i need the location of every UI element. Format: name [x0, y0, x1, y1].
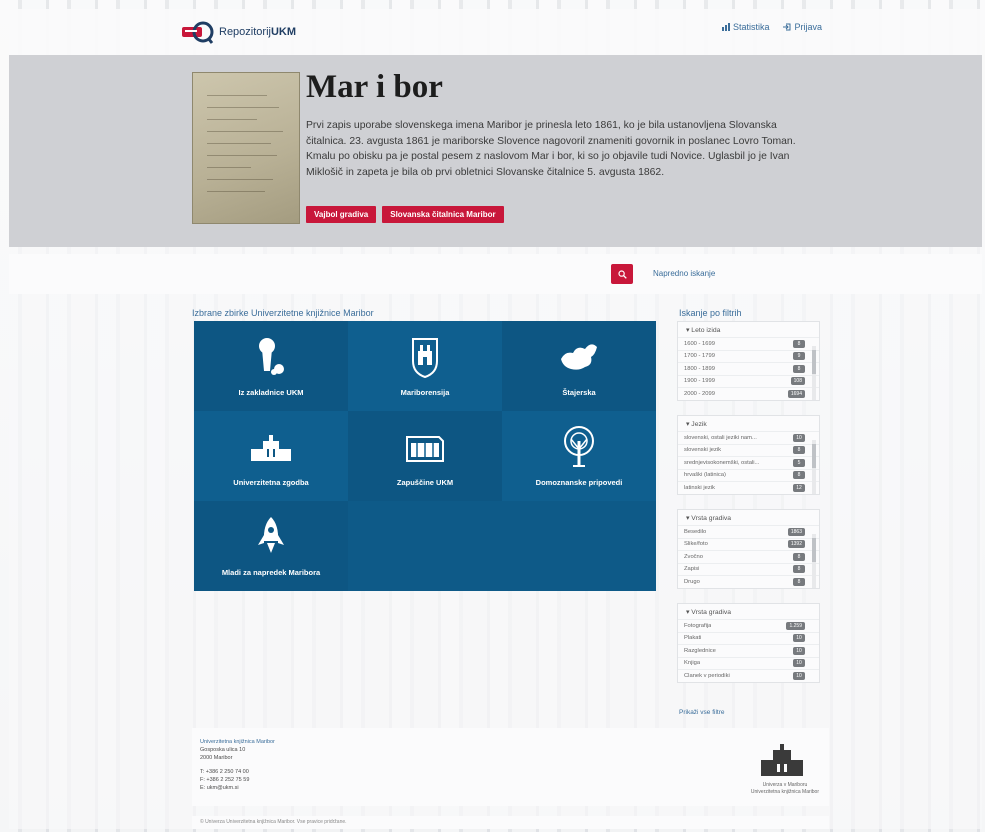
filter-group-heading[interactable]: ▾ Jezik: [678, 416, 819, 431]
collections-grid: Iz zakladnice UKM Mariborensija Štajersk…: [194, 321, 656, 591]
filter-item[interactable]: Fotografija 1.259: [678, 619, 819, 632]
logo-text: RepozitorijUKM: [219, 26, 297, 38]
login-icon: [783, 23, 791, 31]
filter-item[interactable]: Razglednice 10: [678, 644, 819, 657]
filter-group-type: ▾ Vrsta gradiva Besedilo 1863 Slike/foto 1…: [677, 509, 820, 589]
filter-item[interactable]: 2000 - 2099 1694: [678, 387, 819, 400]
site-logo[interactable]: RepozitorijUKM: [181, 20, 296, 44]
search-bar: Napredno iskanje: [9, 254, 982, 294]
advanced-search-link[interactable]: Napredno iskanje: [653, 269, 715, 278]
filter-item[interactable]: Knjiga 10: [678, 656, 819, 670]
search-icon: [617, 269, 627, 279]
collection-tile-local-stories[interactable]: Domoznanske pripovedi: [502, 411, 656, 501]
region-map-icon: [561, 344, 597, 370]
keyhole-icon: [259, 338, 284, 375]
filter-item[interactable]: srednjevisokonemški, ostali... 5: [678, 456, 819, 469]
building-icon: [251, 435, 291, 461]
filter-item[interactable]: Članek v periodiki 10: [678, 669, 819, 682]
collections-title: Izbrane zbirke Univerzitetne knjižnice M…: [192, 308, 374, 318]
filter-item[interactable]: latinski jezik 12: [678, 481, 819, 494]
filter-item[interactable]: slovenski jezik 8: [678, 443, 819, 457]
hero-buttons: Vajbol gradiva Slovanska čitalnica Marib…: [306, 206, 504, 223]
tree-icon: [564, 426, 594, 467]
filter-group-heading[interactable]: ▾ Vrsta gradiva: [678, 604, 819, 619]
filter-item[interactable]: Besedilo 1863: [678, 525, 819, 538]
footer-address: Univerzitetna knjižnica Maribor Gosposka…: [200, 738, 275, 792]
login-link[interactable]: Prijava: [783, 22, 822, 32]
filter-group-heading[interactable]: ▾ Vrsta gradiva: [678, 510, 819, 525]
filter-scrollbar-thumb[interactable]: [812, 538, 816, 562]
collection-tile-treasury[interactable]: Iz zakladnice UKM: [194, 321, 348, 411]
filter-item[interactable]: Plakati 10: [678, 631, 819, 645]
filter-group-language: ▾ Jezik slovenski, ostali jeziki nam... 1…: [677, 415, 820, 495]
filter-item[interactable]: 1800 - 1899 8: [678, 362, 819, 375]
top-navigation: RepozitorijUKM Statistika Prijava: [9, 9, 982, 55]
chart-icon: [721, 23, 730, 31]
filter-item[interactable]: 1900 - 1999 108: [678, 374, 819, 388]
filter-group-material: ▾ Vrsta gradiva Fotografija 1.259 Plakati…: [677, 603, 820, 683]
footer-org-name[interactable]: Univerzitetna knjižnica Maribor: [200, 738, 275, 746]
filter-group-year: ▾ Leto izida 1600 - 1699 8 1700 - 1799 9 1…: [677, 321, 820, 401]
filter-item[interactable]: Drugo 8: [678, 575, 819, 588]
footer: Univerzitetna knjižnica Maribor Gosposka…: [192, 728, 829, 806]
repository-logo-icon: [182, 21, 214, 44]
filter-item[interactable]: 1600 - 1699 8: [678, 337, 819, 350]
filter-scrollbar-thumb[interactable]: [812, 444, 816, 468]
top-links: Statistika Prijava: [721, 22, 822, 32]
archive-box-icon: [406, 436, 444, 462]
filter-item[interactable]: hrvaški (latinica) 8: [678, 468, 819, 482]
search-button[interactable]: [611, 264, 633, 284]
copyright-bar: © Univerza Univerzitetna knjižnica Marib…: [192, 816, 829, 829]
filter-item[interactable]: 1700 - 1799 9: [678, 349, 819, 363]
page-container: RepozitorijUKM Statistika Prijava Mar i …: [9, 9, 982, 829]
statistics-link[interactable]: Statistika: [721, 22, 769, 32]
collection-tile-legacies[interactable]: Zapuščine UKM: [348, 411, 502, 501]
collection-tile-youth[interactable]: Mladi za napredek Maribora: [194, 501, 348, 591]
filters-title: Iskanje po filtrih: [679, 308, 742, 318]
filter-item[interactable]: Zvočno 8: [678, 550, 819, 563]
view-materials-button[interactable]: Vajbol gradiva: [306, 206, 377, 223]
filter-item[interactable]: Zapisi 8: [678, 562, 819, 576]
reading-room-button[interactable]: Slovanska čitalnica Maribor: [382, 206, 504, 223]
collection-tile-styria[interactable]: Štajerska: [502, 321, 656, 411]
rocket-icon: [258, 517, 284, 553]
hero-title: Mar i bor: [306, 69, 443, 105]
footer-email[interactable]: E: ukm@ukm.si: [200, 784, 275, 792]
filter-group-heading[interactable]: ▾ Leto izida: [678, 322, 819, 337]
filter-scrollbar-thumb[interactable]: [812, 350, 816, 374]
university-seal-icon: [761, 744, 803, 776]
filter-item[interactable]: slovenski, ostali jeziki nam... 10: [678, 431, 819, 444]
filter-item[interactable]: Slike/foto 1392: [678, 537, 819, 551]
seal-caption: Univerza v Mariboru Univerzitetna knjižn…: [750, 782, 819, 795]
manuscript-image[interactable]: [192, 72, 300, 224]
empty-tile: [348, 501, 502, 591]
hero-description: Prvi zapis uporabe slovenskega imena Mar…: [306, 120, 796, 178]
empty-tile: [502, 501, 656, 591]
show-all-filters-link[interactable]: Prikaži vse filtre: [679, 709, 725, 716]
collection-tile-mariborensia[interactable]: Mariborensija: [348, 321, 502, 411]
collection-tile-university-story[interactable]: Univerzitetna zgodba: [194, 411, 348, 501]
coat-of-arms-icon: [412, 338, 438, 379]
